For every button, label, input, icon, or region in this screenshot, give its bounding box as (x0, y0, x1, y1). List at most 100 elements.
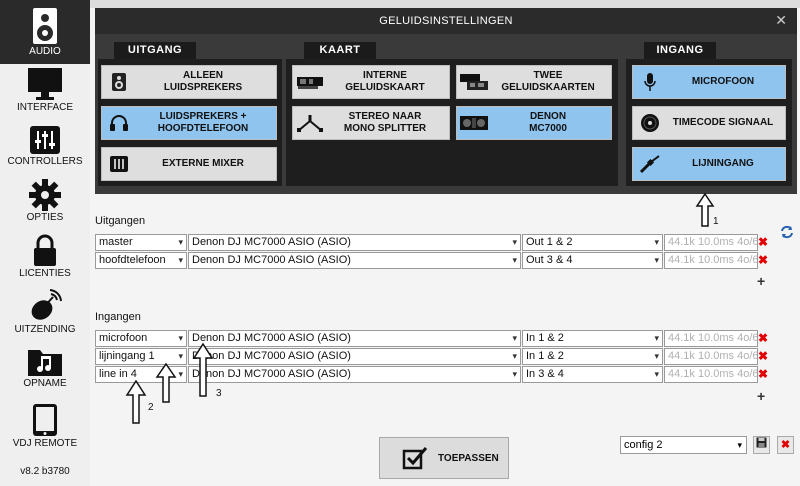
monitor-icon (28, 68, 62, 100)
delete-row-icon[interactable]: ✖ (758, 368, 768, 380)
apply-button[interactable]: TOEPASSEN (379, 437, 509, 479)
output-info: 44.1k 10.0ms 4o/6i (664, 252, 758, 269)
input-channel: In 1 & 2 (526, 332, 564, 344)
input-info: 44.1k 10.0ms 4o/6i (664, 366, 758, 383)
stereo-naar-mono-splitter-button[interactable]: STEREO NAAR MONO SPLITTER (292, 106, 450, 140)
save-config-button[interactable] (753, 436, 770, 454)
sidebar-item-opname[interactable]: OPNAME (0, 346, 90, 398)
sidebar-item-licenties[interactable]: LICENTIES (0, 234, 90, 284)
input-name-select[interactable]: microfoon ▾ (95, 330, 187, 347)
chevron-down-icon: ▾ (737, 440, 742, 450)
output-name-select[interactable]: hoofdtelefoon ▾ (95, 252, 187, 269)
externe-mixer-button[interactable]: EXTERNE MIXER (101, 147, 277, 181)
denon-mc7000-button[interactable]: DENON MC7000 (456, 106, 612, 140)
button-label-line1: INTERNE (363, 70, 407, 81)
button-label-line1: LUIDSPREKERS + (159, 111, 247, 122)
annotation-label-3: 3 (216, 388, 222, 399)
button-label-line2: MC7000 (529, 123, 567, 134)
timecode-signaal-button[interactable]: TIMECODE SIGNAAL (632, 106, 786, 140)
sidebar-item-label: AUDIO (29, 46, 61, 57)
button-label-line1: EXTERNE MIXER (162, 158, 244, 169)
delete-row-icon[interactable]: ✖ (758, 254, 768, 266)
delete-row-icon[interactable]: ✖ (758, 350, 768, 362)
chevron-down-icon: ▾ (512, 255, 517, 265)
sidebar-item-opties[interactable]: OPTIES (0, 178, 90, 230)
output-channel-select[interactable]: Out 3 & 4 ▾ (522, 252, 663, 269)
button-label-line2: MONO SPLITTER (343, 123, 427, 134)
refresh-icon[interactable] (779, 225, 795, 239)
output-device: Denon DJ MC7000 ASIO (ASIO) (192, 236, 351, 248)
output-row: hoofdtelefoon ▾ Denon DJ MC7000 ASIO (ASI… (95, 252, 768, 269)
input-channel-select[interactable]: In 1 & 2 ▾ (522, 330, 663, 347)
delete-row-icon[interactable]: ✖ (758, 236, 768, 248)
input-channel-select[interactable]: In 3 & 4 ▾ (522, 366, 663, 383)
interne-geluidskaart-button[interactable]: INTERNE GELUIDSKAART (292, 65, 450, 99)
luidsprekers-hoofdtelefoon-button[interactable]: LUIDSPREKERS + HOOFDTELEFOON (101, 106, 277, 140)
button-label-line1: ALLEEN (183, 70, 223, 81)
button-label-line1: TWEE (533, 70, 563, 81)
delete-config-button[interactable]: ✖ (777, 436, 794, 454)
delete-row-icon[interactable]: ✖ (758, 332, 768, 344)
input-info: 44.1k 10.0ms 4o/6i (664, 330, 758, 347)
sidebar-item-uitzending[interactable]: UITZENDING (0, 288, 90, 342)
output-channel: Out 3 & 4 (526, 254, 573, 266)
speaker-icon (112, 73, 126, 91)
inputs-label: Ingangen (95, 311, 141, 323)
checkbox-check-icon (402, 447, 428, 470)
input-channel-select[interactable]: In 1 & 2 ▾ (522, 348, 663, 365)
input-device-select[interactable]: Denon DJ MC7000 ASIO (ASIO) ▾ (188, 330, 521, 347)
apply-label: TOEPASSEN (438, 452, 499, 464)
speaker-icon (33, 8, 57, 44)
soundcard-icon (297, 77, 323, 89)
output-channel: Out 1 & 2 (526, 236, 573, 248)
chevron-down-icon: ▾ (178, 333, 183, 343)
input-device-select[interactable]: Denon DJ MC7000 ASIO (ASIO) ▾ (188, 366, 521, 383)
add-output-button[interactable]: + (757, 273, 765, 289)
window-title: GELUIDSINSTELLINGEN (379, 15, 513, 27)
config-value: config 2 (624, 439, 663, 451)
output-channel-select[interactable]: Out 1 & 2 ▾ (522, 234, 663, 251)
button-label-line2: LUIDSPREKERS (163, 82, 243, 93)
mixer-icon (110, 156, 128, 172)
annotation-arrow-up-icon (155, 362, 177, 403)
sidebar-item-interface[interactable]: INTERFACE (0, 66, 90, 120)
lijningang-button[interactable]: LIJNINGANG (632, 147, 786, 181)
headphones-icon (110, 115, 128, 131)
sliders-icon (30, 126, 60, 154)
group-uitgang: ALLEEN LUIDSPREKERS LUIDSPREKERS + HOOFDTE… (98, 59, 282, 186)
group-ingang: MICROFOON TIMECODE SIGNAAL LIJNINGANG (626, 59, 792, 186)
chevron-down-icon: ▾ (512, 333, 517, 343)
input-channel: In 3 & 4 (526, 368, 564, 380)
close-icon[interactable]: ✕ (775, 12, 787, 29)
floppy-disk-icon (756, 437, 767, 448)
chevron-down-icon: ▾ (178, 237, 183, 247)
group-kaart: INTERNE GELUIDSKAART TWEE GELUIDSKAARTEN S… (286, 59, 618, 186)
alleen-luidsprekers-button[interactable]: ALLEEN LUIDSPREKERS (101, 65, 277, 99)
sidebar-item-controllers[interactable]: CONTROLLERS (0, 124, 90, 174)
annotation-arrow-up-icon (192, 342, 214, 397)
output-name: hoofdtelefoon (99, 254, 166, 266)
sidebar-item-label: LICENTIES (19, 268, 71, 279)
output-device-select[interactable]: Denon DJ MC7000 ASIO (ASIO) ▾ (188, 252, 521, 269)
output-device: Denon DJ MC7000 ASIO (ASIO) (192, 254, 351, 266)
input-channel: In 1 & 2 (526, 350, 564, 362)
output-device-select[interactable]: Denon DJ MC7000 ASIO (ASIO) ▾ (188, 234, 521, 251)
button-label-line2: GELUIDSKAARTEN (501, 82, 595, 93)
preset-panel: UITGANG ALLEEN LUIDSPREKERS LUIDSPREKERS … (95, 34, 797, 194)
add-input-button[interactable]: + (757, 388, 765, 404)
microfoon-button[interactable]: MICROFOON (632, 65, 786, 99)
output-name: master (99, 236, 133, 248)
output-row: master ▾ Denon DJ MC7000 ASIO (ASIO) ▾ Out… (95, 234, 768, 251)
version-label: v8.2 b3780 (20, 466, 70, 477)
sidebar-item-vdj-remote[interactable]: VDJ REMOTE (0, 402, 90, 456)
sidebar-item-audio[interactable]: AUDIO (0, 0, 90, 64)
vinyl-icon (641, 114, 659, 132)
config-select[interactable]: config 2 ▾ (620, 436, 747, 454)
twee-geluidskaarten-button[interactable]: TWEE GELUIDSKAARTEN (456, 65, 612, 99)
top-strip (90, 0, 800, 8)
output-name-select[interactable]: master ▾ (95, 234, 187, 251)
gear-icon (29, 179, 61, 211)
chevron-down-icon: ▾ (512, 369, 517, 379)
input-device-select[interactable]: Denon DJ MC7000 ASIO (ASIO) ▾ (188, 348, 521, 365)
annotation-label-2: 2 (148, 402, 154, 413)
